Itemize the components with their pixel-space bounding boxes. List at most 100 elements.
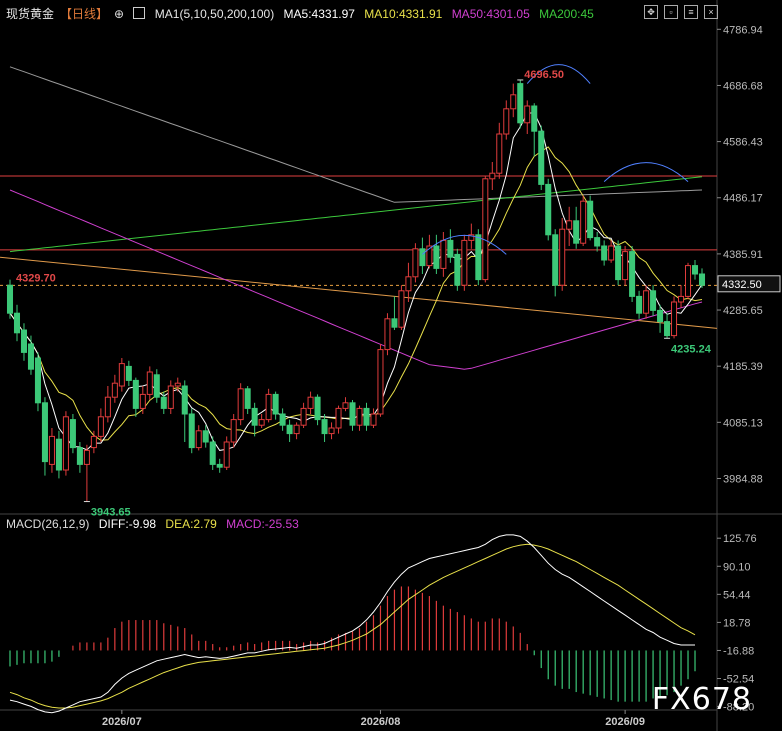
candle-body: [685, 265, 692, 297]
candle-body: [146, 371, 153, 395]
candle-body: [34, 357, 41, 404]
expand-icon[interactable]: ▫: [664, 5, 678, 19]
candle-body: [55, 438, 62, 471]
candle-body: [691, 265, 699, 275]
symbol-title: 现货黄金: [6, 7, 55, 21]
candle-body: [132, 379, 139, 409]
candle-body: [265, 393, 272, 421]
candle-body: [461, 239, 468, 286]
candle-body: [48, 435, 55, 465]
dea-line: [9, 543, 696, 709]
candle-body: [111, 382, 118, 398]
candle-body: [342, 402, 349, 409]
macd-diff-value: DIFF:-9.98: [98, 517, 157, 531]
ma5-line: [9, 112, 703, 451]
ma5-value: MA5:4331.97: [283, 7, 355, 21]
current-price-label: 4332.50: [722, 279, 762, 291]
candle-body: [62, 416, 69, 471]
candle-body: [349, 402, 356, 426]
candle-body: [412, 248, 419, 278]
ma-params[interactable]: MA1(5,10,50,200,100): [155, 7, 274, 21]
candle-body: [272, 393, 279, 415]
candle-body: [279, 413, 286, 426]
candle-body: [622, 251, 629, 281]
candle-body: [76, 447, 83, 465]
candle-body: [13, 312, 21, 334]
candle-body: [601, 245, 608, 261]
timeframe-label[interactable]: 【日线】: [60, 7, 108, 21]
candle-body: [559, 228, 566, 286]
candle-body: [664, 321, 671, 337]
macd-header: MACD(26,12,9) DIFF:-9.98 DEA:2.79 MACD:-…: [6, 517, 305, 531]
candle-body: [216, 463, 223, 468]
settings-icon[interactable]: ≡: [684, 5, 698, 19]
macd-dea-value: DEA:2.79: [165, 517, 217, 531]
price-tick-label: 4486.17: [723, 193, 763, 205]
candle-body: [475, 234, 482, 281]
candle-body: [90, 435, 97, 449]
trend-line: [0, 256, 718, 329]
candle-body: [384, 318, 391, 351]
high-price-label: 4696.50: [524, 69, 564, 81]
macd-tick-label: 18.78: [723, 617, 751, 629]
add-indicator-icon[interactable]: ⊕: [114, 7, 124, 21]
macd-tick-label: 125.76: [723, 533, 757, 545]
candle-body: [230, 419, 237, 443]
candle-body: [524, 105, 531, 124]
candle-body: [244, 388, 251, 409]
candle-body: [643, 290, 650, 314]
candle-body: [125, 365, 132, 381]
close-icon[interactable]: ×: [704, 5, 718, 19]
candle-body: [531, 105, 538, 132]
price-tick-label: 4786.94: [723, 24, 763, 36]
candle-body: [433, 245, 440, 269]
candle-body: [580, 200, 587, 244]
indicator-toggle-icon[interactable]: [133, 7, 146, 19]
price-tick-label: 4085.13: [723, 417, 763, 429]
macd-tick-label: -16.88: [723, 645, 754, 657]
candle-body: [160, 396, 167, 409]
price-tick-label: 4686.68: [723, 80, 763, 92]
candle-body: [209, 441, 216, 465]
candle-body: [188, 413, 195, 449]
pattern-arc: [603, 162, 689, 182]
candle-body: [573, 220, 580, 244]
candle-body: [454, 253, 461, 286]
candle-body: [286, 424, 293, 435]
reference-price-label: 4329.70: [16, 272, 56, 284]
candle-body: [405, 276, 412, 292]
candle-body: [552, 234, 559, 286]
candle-body: [698, 273, 706, 286]
candle-body: [594, 237, 601, 247]
macd-params[interactable]: MACD(26,12,9): [6, 517, 89, 531]
candle-body: [335, 407, 342, 429]
candle-body: [629, 251, 636, 297]
ma100-line: [9, 66, 703, 203]
candle-body: [545, 183, 552, 236]
candle-body: [608, 245, 615, 261]
candle-body: [300, 407, 307, 426]
candle-body: [419, 248, 426, 267]
candle-body: [251, 407, 258, 426]
candle-body: [587, 200, 594, 239]
price-tick-label: 4586.43: [723, 137, 763, 149]
move-icon[interactable]: ✥: [644, 5, 658, 19]
candle-body: [174, 382, 181, 387]
candle-body: [223, 441, 230, 468]
candle-body: [104, 396, 111, 418]
candle-body: [139, 393, 146, 409]
candle-body: [566, 220, 573, 230]
price-tick-label: 3984.88: [723, 473, 763, 485]
chart-tools: ✥ ▫ ≡ ×: [644, 5, 718, 19]
candle-body: [237, 388, 244, 421]
candle-body: [678, 295, 685, 303]
ma10-value: MA10:4331.91: [364, 7, 443, 21]
candle-body: [6, 284, 14, 314]
candle-body: [118, 363, 125, 387]
candle-body: [489, 172, 496, 180]
candle-body: [97, 416, 104, 437]
ma50-line: [9, 189, 703, 370]
candle-body: [671, 301, 678, 337]
candle-body: [482, 178, 489, 281]
candle-body: [496, 133, 503, 174]
